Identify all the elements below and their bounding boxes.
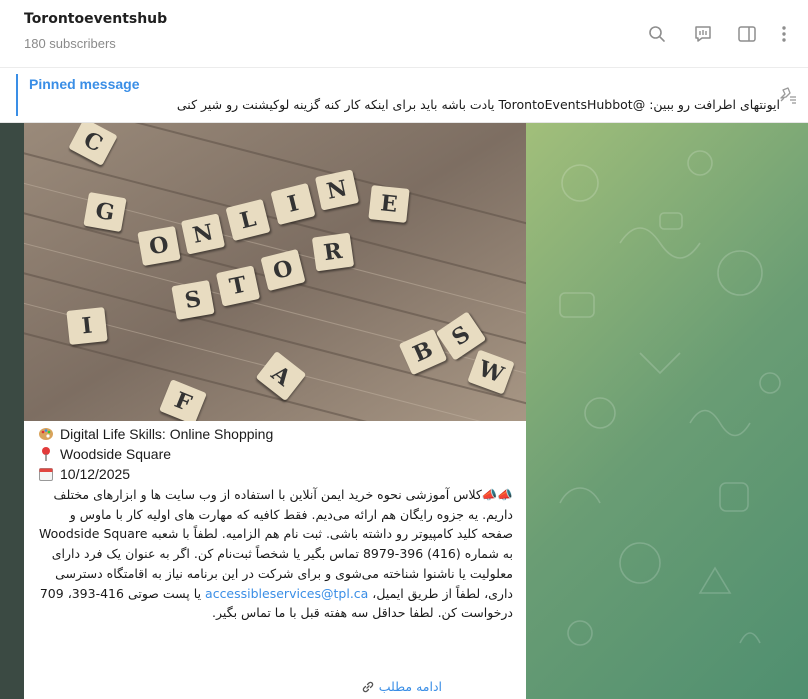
round-pushpin-icon <box>42 447 50 461</box>
left-edge-shadow <box>0 123 24 699</box>
subscriber-count: 180 subscribers <box>24 36 116 51</box>
calendar-icon <box>39 468 53 481</box>
message-bubble[interactable]: C G O N L I N E S T O R B S W I A F Digi… <box>24 123 526 699</box>
post-body-part-1: 📣📣کلاس آموزشی نحوه خرید ایمن آنلاین با ا… <box>39 487 513 601</box>
sidebar-toggle-icon[interactable] <box>735 22 759 46</box>
read-more-link[interactable]: ادامه مطلب <box>361 679 442 694</box>
event-title: Digital Life Skills: Online Shopping <box>60 426 274 442</box>
artist-palette-icon <box>39 428 53 440</box>
post-body-text: 📣📣کلاس آموزشی نحوه خرید ایمن آنلاین با ا… <box>36 485 513 623</box>
search-icon[interactable] <box>645 22 669 46</box>
letter-tile: R <box>311 232 355 272</box>
more-vertical-icon[interactable] <box>772 22 796 46</box>
letter-tile: I <box>66 307 108 345</box>
post-image-online-store-tiles[interactable]: C G O N L I N E S T O R B S W I A F <box>24 123 526 421</box>
pin-list-icon[interactable] <box>776 84 798 106</box>
read-more-label: ادامه مطلب <box>378 679 442 694</box>
event-date: 10/12/2025 <box>60 466 131 482</box>
letter-tile: E <box>368 185 410 223</box>
pinned-message-bar[interactable]: Pinned message ایونتهای اطرافت رو ببین: … <box>0 68 808 123</box>
event-location-line: Woodside Square <box>38 446 171 462</box>
email-link[interactable]: accessibleservices@tpl.ca <box>205 586 368 601</box>
event-location: Woodside Square <box>60 446 172 462</box>
letter-tile: S <box>171 279 215 321</box>
chat-header: Torontoeventshub 180 subscribers <box>0 0 808 68</box>
live-chat-icon[interactable] <box>691 22 715 46</box>
event-title-line: Digital Life Skills: Online Shopping <box>38 426 273 442</box>
channel-title[interactable]: Torontoeventshub <box>24 11 167 27</box>
letter-tile: G <box>83 191 127 233</box>
link-icon <box>362 681 373 692</box>
pinned-accent-bar <box>16 74 18 116</box>
pinned-title: Pinned message <box>29 76 140 92</box>
pinned-text: ایونتهای اطرافت رو ببین: @TorontoEventsH… <box>176 97 780 112</box>
event-date-line: 10/12/2025 <box>38 466 130 482</box>
letter-tile: O <box>137 225 181 267</box>
